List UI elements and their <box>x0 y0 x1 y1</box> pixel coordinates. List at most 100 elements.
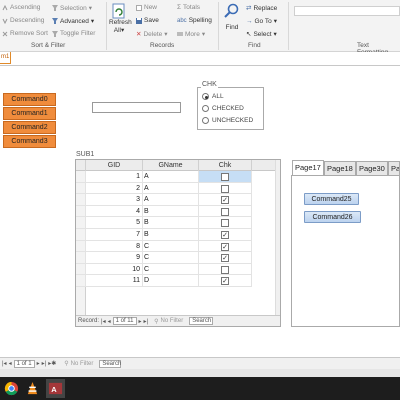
ascending-button[interactable]: Ascending <box>2 4 40 11</box>
checkbox[interactable] <box>221 219 229 228</box>
command3-button[interactable]: Command3 <box>3 135 56 148</box>
checkbox-checked[interactable]: ✓ <box>221 277 229 286</box>
chrome-icon[interactable] <box>4 381 19 396</box>
row-selector[interactable] <box>76 263 86 276</box>
row-selector[interactable] <box>76 240 86 253</box>
first-record-icon[interactable]: |◂ <box>2 360 7 367</box>
first-record-icon[interactable]: |◂ <box>101 318 106 325</box>
totals-button[interactable]: Σ Totals <box>177 4 200 11</box>
remove-sort-button[interactable]: Remove Sort <box>2 30 48 37</box>
cell-gname[interactable]: B <box>143 229 199 241</box>
table-row[interactable]: 9 C ✓ <box>76 252 280 264</box>
font-name-select[interactable] <box>294 6 400 16</box>
descending-button[interactable]: Descending <box>2 17 44 24</box>
command1-button[interactable]: Command1 <box>3 107 56 120</box>
cell-gid[interactable]: 8 <box>86 240 143 253</box>
go-to-button[interactable]: → Go To ▾ <box>246 17 277 26</box>
vlc-icon[interactable] <box>25 381 40 396</box>
cell-gid[interactable]: 4 <box>86 205 143 218</box>
cell-gname[interactable]: A <box>143 182 199 195</box>
search-input[interactable]: Search <box>99 359 121 368</box>
table-row[interactable]: 5B <box>76 217 280 229</box>
table-row[interactable]: 8 C ✓ <box>76 240 280 253</box>
toggle-filter-button[interactable]: Toggle Filter <box>52 30 95 37</box>
row-selector[interactable] <box>76 171 86 183</box>
command25-button[interactable]: Command25 <box>304 193 359 205</box>
cell-gid[interactable]: 5 <box>86 217 143 229</box>
new-record-icon[interactable]: ▸✱ <box>48 360 56 367</box>
checkbox-checked[interactable]: ✓ <box>221 254 229 263</box>
cell-gid[interactable]: 1 <box>86 171 143 183</box>
selection-button[interactable]: Selection ▾ <box>52 4 92 12</box>
cell-gname[interactable]: A <box>143 194 199 206</box>
checkbox[interactable] <box>221 173 229 181</box>
cell-gname[interactable]: B <box>143 217 199 229</box>
advanced-button[interactable]: Advanced ▾ <box>52 17 94 25</box>
table-row[interactable]: 1A <box>76 171 280 183</box>
command2-button[interactable]: Command2 <box>3 121 56 134</box>
checkbox-checked[interactable]: ✓ <box>221 231 229 239</box>
tab-page30[interactable]: Page30 <box>356 161 388 176</box>
cell-gname[interactable]: C <box>143 240 199 253</box>
column-header-gname[interactable]: GName <box>143 160 199 171</box>
table-row[interactable]: 7 B ✓ <box>76 229 280 241</box>
cell-gname[interactable]: D <box>143 275 199 287</box>
checkbox[interactable] <box>221 184 229 193</box>
new-record-button[interactable]: New <box>136 4 157 11</box>
cell-gname[interactable]: C <box>143 263 199 276</box>
next-record-icon[interactable]: ▸ <box>139 318 142 325</box>
radio-all[interactable]: ALL <box>202 93 224 100</box>
radio-unchecked[interactable]: UNCHECKED <box>202 117 253 124</box>
checkbox[interactable] <box>221 265 229 274</box>
delete-button[interactable]: ✕ Delete ▾ <box>136 30 168 39</box>
row-selector[interactable] <box>76 205 86 218</box>
radio-button-selected[interactable] <box>202 93 209 100</box>
next-record-icon[interactable]: ▸ <box>37 360 40 367</box>
table-row[interactable]: 10 C <box>76 263 280 276</box>
row-selector[interactable] <box>76 229 86 241</box>
no-filter-label[interactable]: No Filter <box>71 361 94 367</box>
checkbox[interactable] <box>221 207 229 216</box>
last-record-icon[interactable]: ▸| <box>42 360 47 367</box>
document-tab[interactable]: m1 <box>0 52 11 64</box>
tab-page18[interactable]: Page18 <box>324 161 356 176</box>
cell-gname[interactable]: C <box>143 252 199 264</box>
tab-page17[interactable]: Page17 <box>292 160 324 176</box>
command26-button[interactable]: Command26 <box>304 211 361 223</box>
cell-gname[interactable]: B <box>143 205 199 218</box>
cell-gname[interactable]: A <box>143 171 199 183</box>
table-row[interactable]: 4B <box>76 205 280 218</box>
table-row[interactable]: 2A <box>76 182 280 195</box>
subform-search-input[interactable]: Search <box>189 317 214 325</box>
record-position-input[interactable]: 1 of 11 <box>112 317 137 325</box>
last-record-icon[interactable]: ▸| <box>144 318 149 325</box>
row-selector[interactable] <box>76 194 86 206</box>
spelling-button[interactable]: abc Spelling <box>177 17 212 24</box>
row-selector[interactable] <box>76 217 86 229</box>
record-position-input[interactable]: 1 of 1 <box>13 359 35 368</box>
row-selector[interactable] <box>76 182 86 195</box>
radio-checked[interactable]: CHECKED <box>202 105 244 112</box>
radio-button[interactable] <box>202 105 209 112</box>
tab-page-partial[interactable]: Pa <box>388 161 400 176</box>
row-selector-header[interactable] <box>76 160 86 171</box>
previous-record-icon[interactable]: ◂ <box>9 360 12 367</box>
radio-button[interactable] <box>202 117 209 124</box>
table-row[interactable]: 3 A ✓ <box>76 194 280 206</box>
cell-gid[interactable]: 11 <box>86 275 143 287</box>
cell-gid[interactable]: 2 <box>86 182 143 195</box>
checkbox-checked[interactable]: ✓ <box>221 242 229 251</box>
cell-gid[interactable]: 7 <box>86 229 143 241</box>
table-row[interactable]: 11 D ✓ <box>76 275 280 287</box>
cell-gid[interactable]: 10 <box>86 263 143 276</box>
command0-button[interactable]: Command0 <box>3 93 56 106</box>
column-header-chk[interactable]: Chk <box>199 160 252 171</box>
more-button[interactable]: More ▾ <box>177 30 205 38</box>
select-button[interactable]: ↖ Select ▾ <box>246 30 277 39</box>
refresh-all-button[interactable]: Refresh All▾ <box>109 3 132 40</box>
previous-record-icon[interactable]: ◂ <box>108 318 111 325</box>
vertical-scrollbar[interactable] <box>275 160 280 315</box>
access-icon[interactable]: A <box>48 381 63 396</box>
row-selector[interactable] <box>76 275 86 287</box>
checkbox-checked[interactable]: ✓ <box>221 196 229 205</box>
